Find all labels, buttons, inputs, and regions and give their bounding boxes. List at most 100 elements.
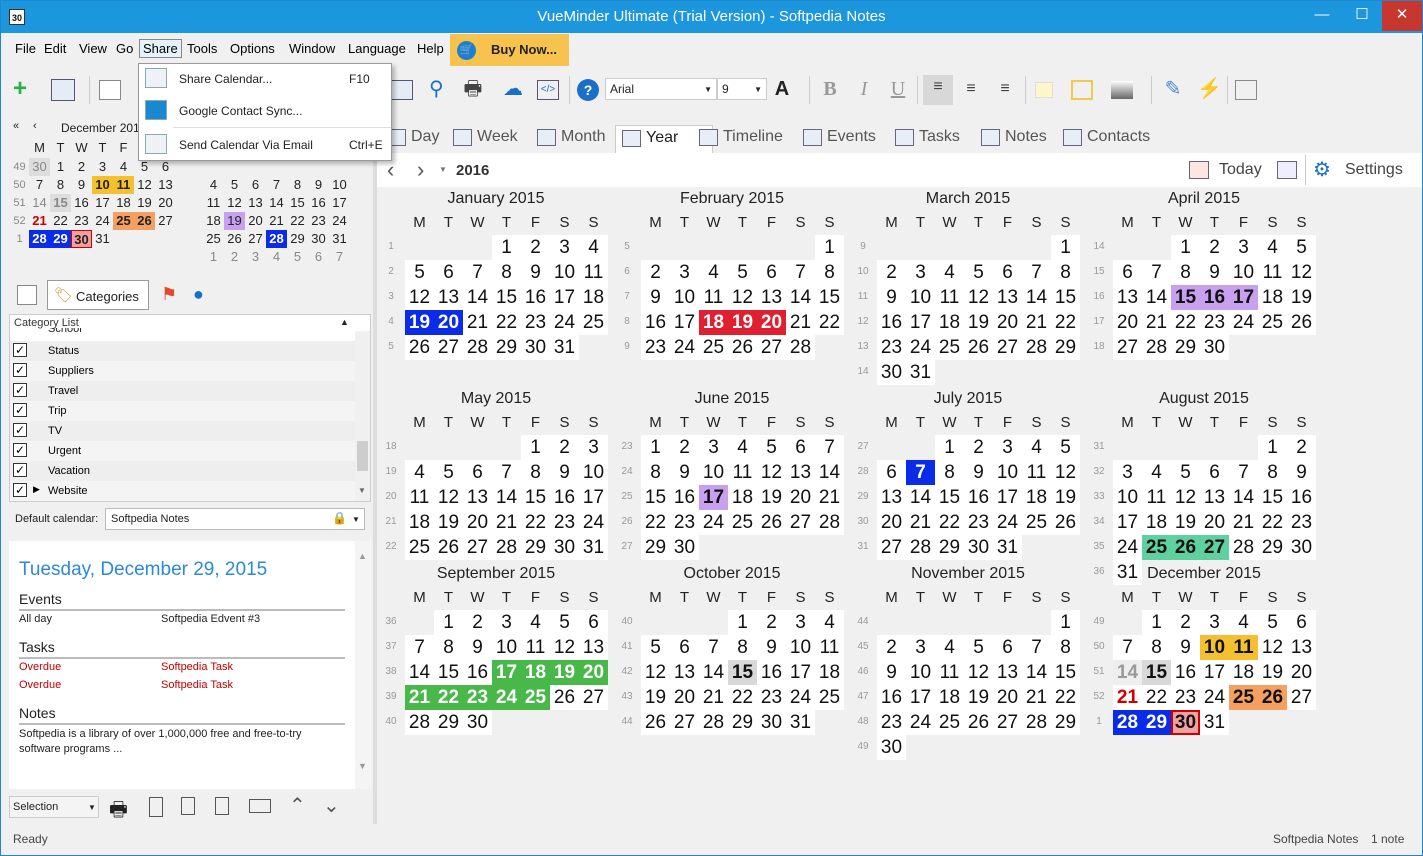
day-cell[interactable]: 4 [1229,610,1258,635]
day-cell[interactable]: 31 [786,710,815,735]
day-cell[interactable]: 30 [550,535,579,560]
week-number[interactable]: 46 [853,666,873,677]
mini-day[interactable]: 6 [245,176,266,194]
day-cell[interactable]: 6 [1287,610,1316,635]
day-cell[interactable]: 30 [1287,535,1316,560]
day-cell[interactable]: 27 [786,510,815,535]
day-cell[interactable]: 11 [1229,635,1258,660]
day-cell[interactable]: 9 [463,635,492,660]
week-number[interactable]: 19 [381,466,401,477]
day-cell[interactable]: 20 [757,310,786,335]
day-cell[interactable]: 26 [641,710,670,735]
day-cell[interactable]: 5 [964,260,993,285]
day-cell[interactable]: 28 [405,710,434,735]
mini-day[interactable]: 13 [155,176,176,194]
eyedropper-icon[interactable]: ✎ [1161,77,1185,103]
category-item[interactable]: ✓ Urgent [10,441,355,461]
day-cell[interactable]: 18 [405,510,434,535]
day-cell[interactable]: 19 [1051,485,1080,510]
note-icon[interactable] [389,80,413,100]
day-cell[interactable]: 3 [993,435,1022,460]
month-title[interactable]: March 2015 [853,190,1083,208]
category-item[interactable]: ✓ TV [10,421,355,441]
day-cell[interactable]: 9 [521,260,550,285]
day-cell[interactable]: 10 [1113,485,1142,510]
day-cell[interactable]: 16 [641,310,670,335]
day-cell[interactable]: 11 [405,485,434,510]
month-title[interactable]: June 2015 [617,390,847,408]
add-icon[interactable]: + [13,77,27,103]
mini-day[interactable]: 21 [266,212,287,230]
mini-day[interactable]: 7 [329,248,350,266]
image-icon[interactable] [1235,80,1257,100]
month-title[interactable]: May 2015 [381,390,611,408]
day-cell[interactable]: 22 [521,510,550,535]
day-cell[interactable]: 10 [1229,260,1258,285]
day-cell[interactable]: 25 [699,335,728,360]
mini-day[interactable]: 26 [224,230,245,248]
day-cell[interactable]: 15 [641,485,670,510]
day-cell[interactable]: 16 [463,660,492,685]
day-cell[interactable]: 1 [935,435,964,460]
week-number[interactable]: 1 [381,241,401,252]
day-cell[interactable]: 20 [1287,660,1316,685]
day-cell[interactable]: 24 [1200,685,1229,710]
week-number[interactable]: 49 [853,741,873,752]
mini-day[interactable]: 1 [50,158,71,176]
day-cell[interactable]: 30 [1200,335,1229,360]
day-cell[interactable]: 2 [670,435,699,460]
day-cell[interactable]: 12 [1051,460,1080,485]
day-cell[interactable]: 25 [935,335,964,360]
day-cell[interactable]: 3 [670,260,699,285]
week-number[interactable]: 44 [853,616,873,627]
mini-day[interactable]: 8 [287,176,308,194]
day-cell[interactable]: 23 [641,335,670,360]
calendar-view-icon[interactable] [1277,161,1297,179]
day-cell[interactable]: 30 [463,710,492,735]
category-item[interactable]: ✓ ▶ Website [10,481,355,501]
day-cell[interactable]: 4 [728,435,757,460]
day-cell[interactable]: 14 [492,485,521,510]
scroll-up-icon[interactable]: ▲ [358,551,367,561]
new-calendar-icon[interactable] [51,79,75,101]
day-cell[interactable]: 20 [993,310,1022,335]
day-cell[interactable]: 29 [1171,335,1200,360]
day-cell[interactable]: 28 [1142,335,1171,360]
mini-day[interactable]: 24 [329,212,350,230]
bold-button[interactable]: B [819,77,841,103]
week-number[interactable]: 18 [381,441,401,452]
category-item[interactable]: ✓ Vacation [10,461,355,481]
day-cell[interactable]: 28 [786,335,815,360]
week-number[interactable]: 26 [617,516,637,527]
week-number[interactable]: 30 [853,516,873,527]
cloud-upload-icon[interactable]: ☁ [499,77,527,103]
day-cell[interactable]: 12 [1171,485,1200,510]
day-cell[interactable]: 4 [815,610,844,635]
mini-day[interactable]: 18 [113,194,134,212]
day-cell[interactable]: 14 [1229,485,1258,510]
day-cell[interactable]: 5 [405,260,434,285]
day-cell[interactable]: 14 [463,285,492,310]
day-cell[interactable]: 9 [641,285,670,310]
day-cell[interactable]: 29 [935,535,964,560]
week-number[interactable]: 29 [853,491,873,502]
day-cell[interactable]: 23 [1287,510,1316,535]
plug-icon[interactable]: ⚡ [1197,77,1222,103]
day-cell[interactable]: 21 [815,485,844,510]
close-button[interactable]: ✕ [1382,1,1422,31]
day-cell[interactable]: 9 [1171,635,1200,660]
day-cell[interactable]: 22 [434,685,463,710]
day-cell[interactable]: 16 [1171,660,1200,685]
day-cell[interactable]: 4 [1258,235,1287,260]
day-cell[interactable]: 6 [757,260,786,285]
day-cell[interactable]: 11 [728,460,757,485]
day-cell[interactable]: 8 [1051,260,1080,285]
day-cell[interactable]: 4 [521,610,550,635]
day-cell[interactable]: 15 [1258,485,1287,510]
day-cell[interactable]: 10 [492,635,521,660]
week-number[interactable]: 3 [381,291,401,302]
paste-icon[interactable] [215,797,229,815]
day-cell[interactable]: 29 [728,710,757,735]
day-cell[interactable]: 21 [699,685,728,710]
day-cell[interactable]: 23 [1200,310,1229,335]
